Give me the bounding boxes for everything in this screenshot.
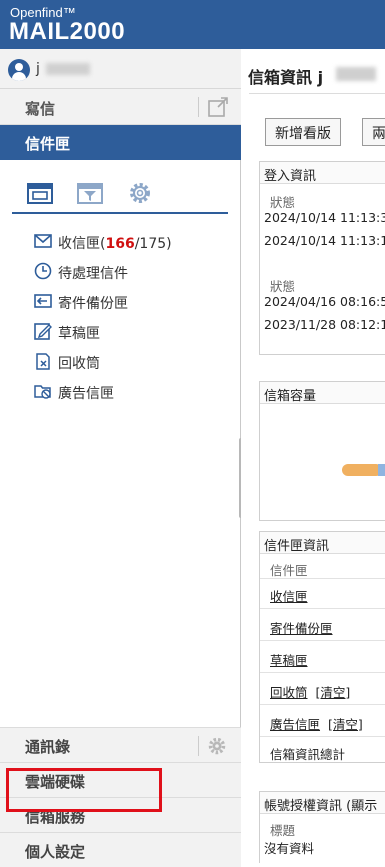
filter-folder-icon[interactable]: [76, 180, 104, 206]
user-bar: j: [0, 49, 241, 89]
nav-address-book[interactable]: 通訊錄: [0, 727, 241, 762]
panel-title: 信箱容量: [260, 382, 385, 404]
login-info-panel: 登入資訊 狀態 2024/10/14 11:13:3 2024/10/14 11…: [259, 161, 385, 355]
unread-count: 166: [105, 236, 135, 252]
column-header: 狀態: [270, 279, 296, 294]
user-avatar-icon[interactable]: [8, 59, 30, 81]
nav-label[interactable]: 個人設定: [25, 841, 85, 862]
folder-link-drafts[interactable]: 草稿匣: [270, 650, 308, 669]
folder-row-trash: 回收筒 [清空]: [270, 682, 350, 701]
mailbox-total-label: 信箱資訊總計: [270, 747, 346, 762]
mailbox-label[interactable]: 信件匣: [25, 133, 70, 154]
mail-folder-icon[interactable]: [26, 180, 54, 206]
panel-title: 信件匣資訊: [260, 532, 385, 554]
quota-used-bar: [342, 464, 382, 476]
folder-label: 待處理信件: [58, 266, 128, 282]
column-header: 狀態: [270, 195, 296, 210]
auth-info-panel: 帳號授權資訊 (顯示 標題 沒有資料: [259, 791, 385, 863]
divider: [198, 97, 199, 117]
quota-panel: 信箱容量: [259, 381, 385, 521]
folder-label: 草稿匣: [58, 326, 100, 342]
quota-free-bar: [378, 464, 385, 476]
folder-link-spam[interactable]: 廣告信匣: [270, 717, 320, 732]
add-board-button[interactable]: 新增看版: [265, 118, 341, 146]
folder-label: 廣告信匣: [58, 386, 114, 402]
login-time: 2024/10/14 11:13:3: [264, 210, 385, 225]
nav-personal-settings[interactable]: 個人設定: [0, 832, 241, 867]
layout-button[interactable]: 兩: [362, 118, 385, 146]
compose-label[interactable]: 寫信: [25, 98, 55, 119]
draft-icon: [34, 323, 52, 340]
clear-spam-link[interactable]: [清空]: [328, 717, 363, 732]
folder-label: 收信匣(166/175): [58, 236, 172, 252]
sidebar: j 寫信 信件匣 收信匣(166/175) 待處理信件 寄件備份匣 草稿匣 回收…: [0, 49, 241, 867]
login-time: 2023/11/28 08:12:1: [264, 317, 385, 332]
title-redacted: [336, 67, 376, 81]
page-title: 信箱資訊 j: [248, 68, 324, 87]
app-header: Openfind™ MAIL2000: [0, 0, 385, 49]
folder-row-spam: 廣告信匣 [清空]: [270, 714, 363, 733]
clock-icon: [34, 262, 52, 280]
settings-gear-icon[interactable]: [126, 180, 154, 206]
folder-link-inbox[interactable]: 收信匣: [270, 586, 308, 605]
mailbox-section-header[interactable]: 信件匣: [0, 125, 241, 160]
login-time: 2024/04/16 08:16:5: [264, 294, 385, 309]
divider: [198, 736, 199, 756]
clear-trash-link[interactable]: [清空]: [316, 685, 351, 700]
folder-view-tabs: [12, 176, 228, 214]
highlight-annotation: [6, 768, 162, 812]
trash-icon: [36, 353, 50, 370]
spam-icon: [34, 385, 51, 399]
divider: [249, 93, 385, 94]
gear-icon[interactable]: [207, 736, 227, 756]
folder-info-panel: 信件匣資訊 信件匣 收信匣 寄件備份匣 草稿匣 回收筒 [清空] 廣告信匣 [清…: [259, 531, 385, 763]
username-redacted: [46, 63, 90, 75]
login-time: 2024/10/14 11:13:1: [264, 233, 385, 248]
folder-link-sent[interactable]: 寄件備份匣: [270, 618, 333, 637]
compose-item[interactable]: 寫信: [0, 89, 241, 125]
sent-icon: [34, 294, 52, 308]
panel-title: 帳號授權資訊 (顯示: [260, 792, 385, 814]
popout-window-icon[interactable]: [207, 96, 229, 118]
column-header: 標題: [270, 823, 296, 838]
folder-label: 寄件備份匣: [58, 296, 128, 312]
nav-label[interactable]: 通訊錄: [25, 736, 70, 757]
folder-link-trash[interactable]: 回收筒: [270, 685, 308, 700]
folder-label: 回收筒: [58, 356, 100, 372]
inbox-icon: [34, 234, 52, 248]
brand-logo[interactable]: MAIL2000: [9, 18, 125, 46]
main-content: 信箱資訊 j 新增看版 兩 登入資訊 狀態 2024/10/14 11:13:3…: [241, 49, 385, 863]
panel-title: 登入資訊: [260, 162, 385, 184]
empty-message: 沒有資料: [264, 841, 315, 856]
column-header: 信件匣: [270, 563, 308, 578]
username[interactable]: j: [36, 61, 40, 77]
